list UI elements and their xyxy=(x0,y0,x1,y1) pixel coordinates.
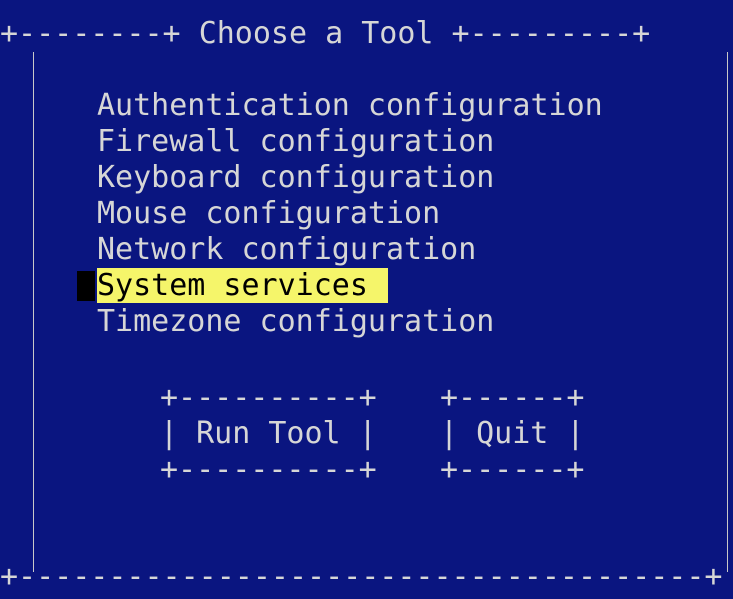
tool-item-timezone[interactable]: Timezone configuration xyxy=(97,304,603,340)
run-button-middle: | Run Tool | xyxy=(160,416,377,451)
tool-item-label: Authentication configuration xyxy=(97,88,603,123)
quit-button-top-border: +------+ xyxy=(440,380,585,415)
tool-list[interactable]: Authentication configuration Firewall co… xyxy=(77,88,603,340)
dialog-top-border: +--------+ Choose a Tool +---------+ xyxy=(0,16,650,52)
run-button-bottom-border: +----------+ xyxy=(160,452,377,487)
tool-item-system-services[interactable]: System services xyxy=(77,268,603,304)
border-left-dashes: +--------+ xyxy=(0,16,199,51)
run-button-top-border: +----------+ xyxy=(160,380,377,415)
tool-item-mouse[interactable]: Mouse configuration xyxy=(97,196,603,232)
tool-item-label: System services xyxy=(97,268,388,303)
quit-button-label: Quit xyxy=(476,416,549,451)
dialog-right-border xyxy=(727,52,728,572)
border-right-dashes: +---------+ xyxy=(433,16,651,51)
text-cursor xyxy=(77,271,95,301)
tool-item-label: Firewall configuration xyxy=(97,124,495,159)
tool-item-authentication[interactable]: Authentication configuration xyxy=(97,88,603,124)
dialog-left-border xyxy=(33,52,34,572)
tool-item-label: Keyboard configuration xyxy=(97,160,495,195)
quit-button-middle: | Quit | xyxy=(440,416,585,451)
run-tool-button[interactable]: +----------+ | Run Tool | +----------+ xyxy=(160,380,377,488)
tool-item-label: Mouse configuration xyxy=(97,196,441,231)
tool-item-label: Network configuration xyxy=(97,232,477,267)
quit-button[interactable]: +------+ | Quit | +------+ xyxy=(440,380,585,488)
dialog-title: Choose a Tool xyxy=(198,16,434,51)
tool-item-firewall[interactable]: Firewall configuration xyxy=(97,124,603,160)
tool-item-keyboard[interactable]: Keyboard configuration xyxy=(97,160,603,196)
tui-screen: +--------+ Choose a Tool +---------+ Aut… xyxy=(0,0,733,599)
tool-item-network[interactable]: Network configuration xyxy=(97,232,603,268)
dialog-bottom-border: +--------------------------------------+ xyxy=(0,559,723,594)
tool-item-label: Timezone configuration xyxy=(97,304,495,339)
run-button-label: Run Tool xyxy=(196,416,341,451)
quit-button-bottom-border: +------+ xyxy=(440,452,585,487)
